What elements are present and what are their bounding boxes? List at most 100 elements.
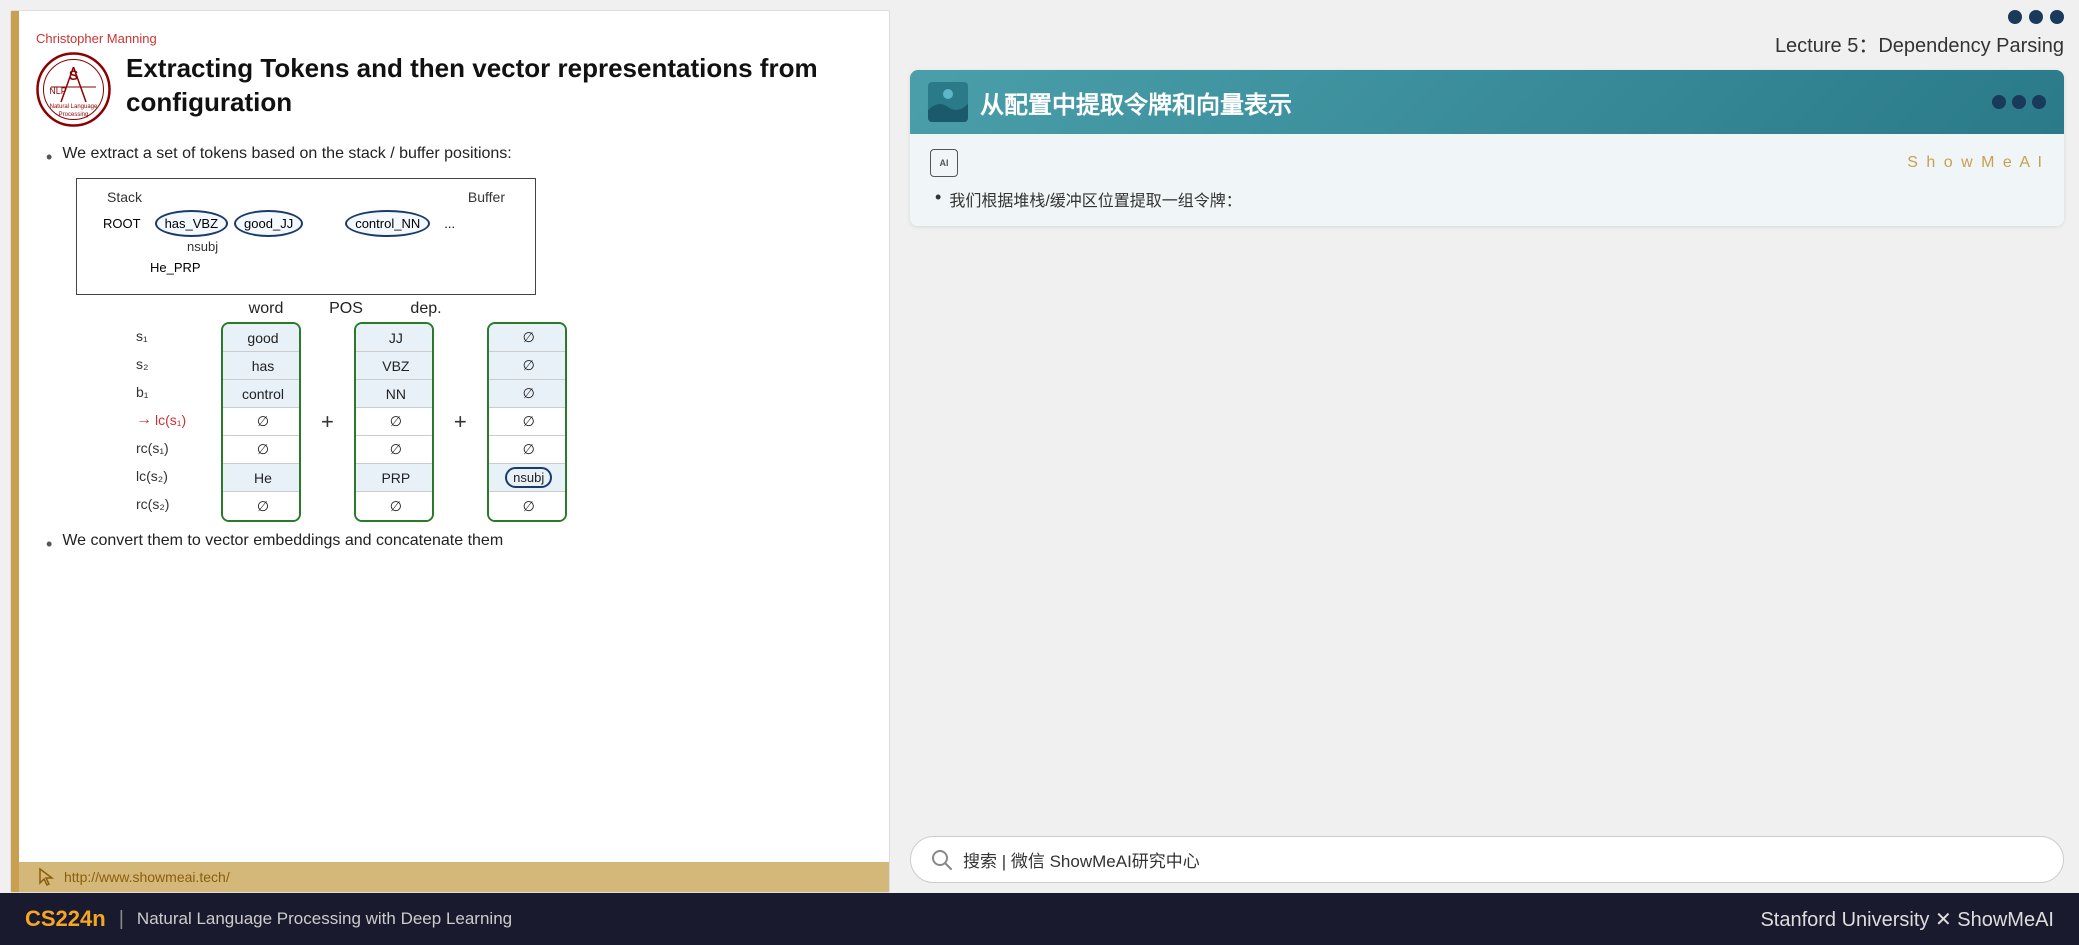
row-labels: s₁ s₂ b₁ → lc(s₁) rc(s₁) lc(s₂) rc(s₂) [136, 322, 206, 518]
buffer-label: Buffer [468, 189, 505, 205]
token-root: ROOT [95, 212, 149, 235]
card-dots [1992, 95, 2046, 109]
bullet-dot-1: • [46, 147, 52, 168]
dep-cell-rcs1: ∅ [489, 436, 567, 464]
right-panel: Lecture 5：Dependency Parsing 从配置中提取令牌和向量… [900, 0, 2079, 893]
card-dot-3 [2032, 95, 2046, 109]
slide-left-bar [11, 11, 19, 892]
pos-cells: JJ VBZ NN ∅ ∅ PRP ∅ [354, 322, 434, 522]
dep-cells: ∅ ∅ ∅ ∅ ∅ nsubj ∅ [487, 322, 567, 522]
trans-bullet-dot: • [935, 187, 941, 208]
stack-buffer-diagram: Stack Buffer ROOT has_VBZ good_JJ contro… [76, 178, 536, 295]
slide-title: Extracting Tokens and then vector repres… [126, 52, 869, 120]
col-header-dep: dep. [386, 300, 466, 318]
row-label-lcs1: → lc(s₁) [136, 406, 206, 434]
bullet-item-2: • We convert them to vector embeddings a… [46, 532, 869, 555]
search-icon [931, 849, 953, 871]
token-good-jj: good_JJ [234, 210, 303, 237]
pos-cell-lcs1: ∅ [356, 408, 434, 436]
dep-cell-lcs1: ∅ [489, 408, 567, 436]
col-header-word: word [226, 300, 306, 318]
slide-author: Christopher Manning [36, 31, 869, 46]
feature-table-area: word POS dep. s₁ s₂ b₁ → lc(s₁) rc( [136, 300, 869, 522]
bottom-left: CS224n | Natural Language Processing wit… [25, 906, 512, 932]
ai-icon-text: AI [940, 158, 949, 168]
slide-header: S NLP Natural Language Processing Extrac… [36, 52, 869, 127]
nav-dot-2 [2029, 10, 2043, 24]
slide-footer: http://www.showmeai.tech/ [11, 862, 889, 892]
col-header-pos: POS [306, 300, 386, 318]
token-he-prp: He_PRP [142, 256, 209, 279]
footer-link: http://www.showmeai.tech/ [64, 869, 230, 885]
token-has-vbz: has_VBZ [155, 210, 228, 237]
pos-cell-b1: NN [356, 380, 434, 408]
diagram-row-1: ROOT has_VBZ good_JJ control_NN ... [95, 210, 525, 237]
row-label-b1: b₁ [136, 378, 206, 406]
row-label-lcs2: lc(s₂) [136, 462, 206, 490]
cursor-icon [36, 867, 56, 887]
translation-card: 从配置中提取令牌和向量表示 AI S h o w M e A I • 我们根据堆… [910, 70, 2064, 226]
bullet-item-1: • We extract a set of tokens based on th… [46, 145, 869, 168]
diagram-container: Stack Buffer ROOT has_VBZ good_JJ contro… [76, 178, 869, 522]
word-cells: good has control ∅ ∅ He ∅ [221, 322, 301, 522]
bottom-bar: CS224n | Natural Language Processing wit… [0, 893, 2079, 945]
slide-panel: Christopher Manning S NLP Natural Langua… [10, 10, 890, 893]
nav-dot-3 [2050, 10, 2064, 24]
pos-cell-lcs2: PRP [356, 464, 434, 492]
feature-rows: s₁ s₂ b₁ → lc(s₁) rc(s₁) lc(s₂) rc(s₂) g… [136, 322, 869, 522]
showmeai-label: S h o w M e A I [1907, 154, 2044, 172]
nav-dot-1 [2008, 10, 2022, 24]
word-cell-b1: control [223, 380, 301, 408]
svg-text:Processing: Processing [59, 112, 89, 118]
card-title-bar: 从配置中提取令牌和向量表示 [910, 70, 2064, 134]
bullet-text-1: We extract a set of tokens based on the … [62, 145, 511, 163]
plus-2: + [454, 409, 467, 435]
word-cell-lcs2: He [223, 464, 301, 492]
pos-cell-rcs2: ∅ [356, 492, 434, 520]
right-panel-header: Lecture 5：Dependency Parsing [910, 10, 2064, 70]
word-cell-s2: has [223, 352, 301, 380]
bottom-right: Stanford University ✕ ShowMeAI [1760, 907, 2054, 932]
stack-label: Stack [107, 189, 142, 205]
row-label-rcs1: rc(s₁) [136, 434, 206, 462]
separator: | [119, 908, 124, 931]
word-cell-rcs1: ∅ [223, 436, 301, 464]
card-body: AI S h o w M e A I • 我们根据堆栈/缓冲区位置提取一组令牌： [910, 134, 2064, 226]
token-control-nn: control_NN [345, 210, 430, 237]
card-title-text: 从配置中提取令牌和向量表示 [980, 85, 1292, 120]
diagram-subrow: nsubj [187, 239, 525, 254]
card-title-icon [928, 82, 968, 122]
pos-cell-rcs1: ∅ [356, 436, 434, 464]
diagram-labels: Stack Buffer [87, 189, 525, 205]
plus-1: + [321, 409, 334, 435]
three-dots-row [910, 10, 2064, 24]
col-headers: word POS dep. [226, 300, 869, 318]
word-cell-rcs2: ∅ [223, 492, 301, 520]
word-cell-lcs1: ∅ [223, 408, 301, 436]
translation-text: 我们根据堆栈/缓冲区位置提取一组令牌： [949, 187, 1241, 211]
dep-cell-s2: ∅ [489, 352, 567, 380]
svg-text:Natural Language: Natural Language [50, 104, 98, 110]
lecture-header: Lecture 5：Dependency Parsing [910, 29, 2064, 58]
token-ellipsis: ... [436, 212, 463, 235]
stanford-logo: S NLP Natural Language Processing [36, 52, 111, 127]
dep-cell-rcs2: ∅ [489, 492, 567, 520]
word-cell-s1: good [223, 324, 301, 352]
dep-cell-lcs2: nsubj [489, 464, 567, 492]
row-label-s1: s₁ [136, 322, 206, 350]
bottom-subtitle: Natural Language Processing with Deep Le… [137, 909, 512, 929]
bullet-dot-2: • [46, 534, 52, 555]
dep-cell-b1: ∅ [489, 380, 567, 408]
ai-icon-box: AI [930, 149, 958, 177]
row-label-rcs2: rc(s₂) [136, 490, 206, 518]
translation-bullet: • 我们根据堆栈/缓冲区位置提取一组令牌： [930, 187, 2044, 211]
card-dot-2 [2012, 95, 2026, 109]
dep-cell-s1: ∅ [489, 324, 567, 352]
card-dot-1 [1992, 95, 2006, 109]
diagram-row-2: He_PRP [142, 256, 525, 279]
course-label: CS224n [25, 906, 106, 932]
search-text: 搜索 | 微信 ShowMeAI研究中心 [963, 847, 1200, 872]
pos-cell-s1: JJ [356, 324, 434, 352]
search-bar[interactable]: 搜索 | 微信 ShowMeAI研究中心 [910, 836, 2064, 883]
row-label-s2: s₂ [136, 350, 206, 378]
